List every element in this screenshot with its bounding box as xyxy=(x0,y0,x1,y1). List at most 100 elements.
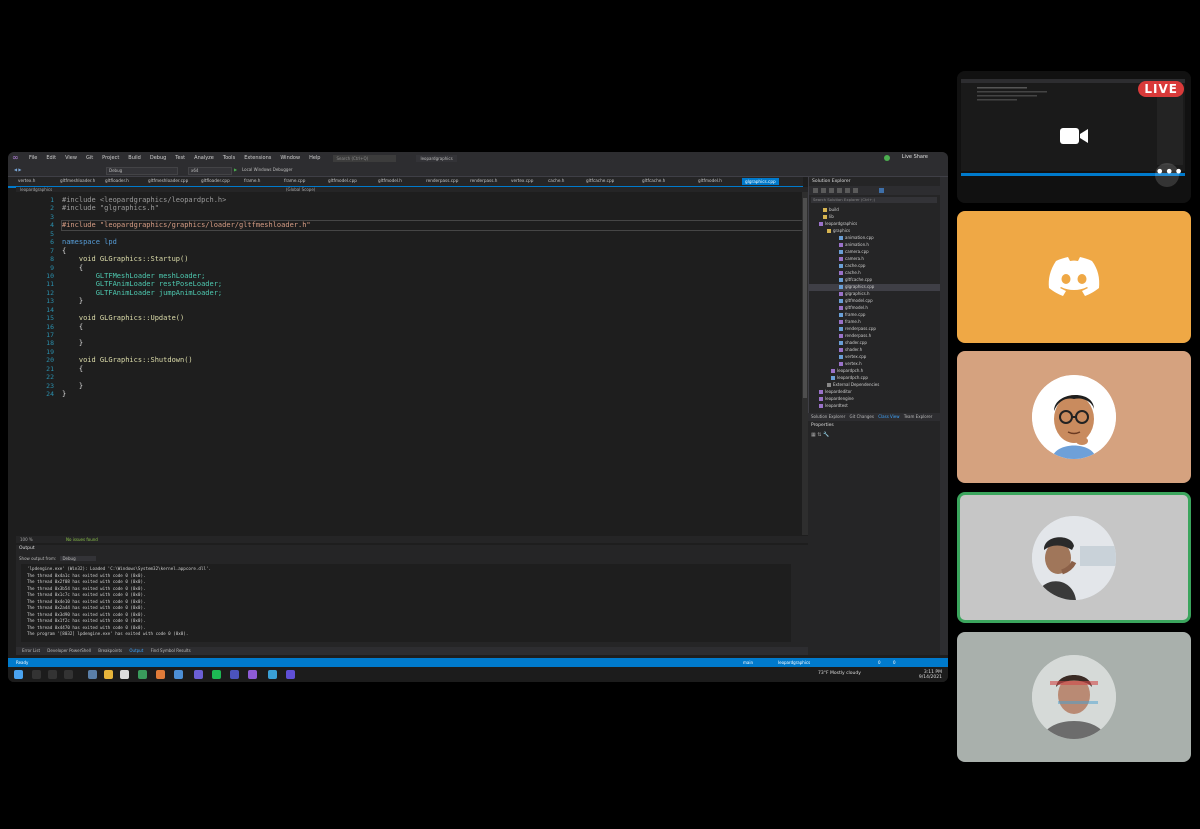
tree-item[interactable]: renderpass.cpp xyxy=(839,326,876,333)
menu-view[interactable]: View xyxy=(65,155,77,161)
menu-file[interactable]: File xyxy=(29,155,37,161)
alphabetical-icon[interactable]: ⇅ xyxy=(817,432,821,438)
settings-icon[interactable] xyxy=(879,188,884,193)
menu-analyze[interactable]: Analyze xyxy=(194,155,214,161)
menu-edit[interactable]: Edit xyxy=(46,155,56,161)
tab-find-symbol-results[interactable]: Find Symbol Results xyxy=(151,648,191,653)
menu-build[interactable]: Build xyxy=(128,155,141,161)
discord-icon[interactable] xyxy=(194,670,203,679)
categorized-icon[interactable]: ▦ xyxy=(811,432,816,438)
tree-item[interactable]: renderpass.h xyxy=(839,333,871,340)
tree-item[interactable]: graphics xyxy=(827,228,850,235)
menu-extensions[interactable]: Extensions xyxy=(244,155,271,161)
tree-item[interactable]: leopardeditor xyxy=(819,389,852,396)
git-branch[interactable]: main xyxy=(743,659,753,666)
tab-gltfcache-h[interactable]: gltfcache.h xyxy=(642,178,665,183)
tree-item[interactable]: glgraphics.h xyxy=(839,291,870,298)
menu-debug[interactable]: Debug xyxy=(150,155,166,161)
tree-item[interactable]: shader.cpp xyxy=(839,340,867,347)
tree-item[interactable]: frame.cpp xyxy=(839,312,865,319)
tree-item[interactable]: lib xyxy=(823,214,834,221)
account-status-icon[interactable] xyxy=(884,155,890,161)
tab-error-list[interactable]: Error List xyxy=(22,648,40,653)
tab-gltfcache-cpp[interactable]: gltfcache.cpp xyxy=(586,178,614,183)
search-icon[interactable] xyxy=(32,670,41,679)
participant-tile-1[interactable] xyxy=(957,351,1191,483)
menu-tools[interactable]: Tools xyxy=(223,155,235,161)
tree-item[interactable]: camera.cpp xyxy=(839,249,869,256)
home-icon[interactable] xyxy=(829,188,834,193)
run-icon[interactable]: ▶ xyxy=(234,167,237,173)
output-source-select[interactable]: Show output from: Debug xyxy=(19,556,96,562)
tree-item[interactable]: animation.h xyxy=(839,242,869,249)
warning-count[interactable]: 0 xyxy=(893,659,896,666)
menu-git[interactable]: Git xyxy=(86,155,93,161)
tree-item[interactable]: shader.h xyxy=(839,347,862,354)
tab-team-explorer[interactable]: Team Explorer xyxy=(904,414,933,419)
screen-share-tile[interactable]: LIVE ••• xyxy=(957,71,1191,203)
tab-gltfmodel-h[interactable]: gltfmodel.h xyxy=(378,178,402,183)
tab-vertex-cpp[interactable]: vertex.cpp xyxy=(511,178,533,183)
tab-vertex-h[interactable]: vertex.h xyxy=(18,178,35,183)
scrollbar-thumb[interactable] xyxy=(803,198,807,398)
error-count[interactable]: 0 xyxy=(878,659,881,666)
tree-item[interactable]: frame.h xyxy=(839,319,861,326)
wrench-icon[interactable]: 🔧 xyxy=(823,432,829,438)
start-icon[interactable] xyxy=(14,670,23,679)
obs-icon[interactable] xyxy=(286,670,295,679)
tree-item[interactable]: leopardengine xyxy=(819,396,854,403)
spotify-icon[interactable] xyxy=(212,670,221,679)
tab-gltfmeshloader-cpp[interactable]: gltfmeshloader.cpp xyxy=(148,178,188,183)
forward-icon[interactable] xyxy=(821,188,826,193)
clock[interactable]: 3:11 PM 9/14/2021 xyxy=(919,670,942,680)
config-select[interactable]: Debug xyxy=(106,167,178,175)
tree-item[interactable]: leopardpch.h xyxy=(831,368,863,375)
tree-item[interactable]: gltfcache.cpp xyxy=(839,277,872,284)
code-lines[interactable]: #include <leopardgraphics/leopardpch.h> … xyxy=(61,196,803,399)
output-source-value[interactable]: Debug xyxy=(60,556,96,561)
tab-renderpass-h[interactable]: renderpass.h xyxy=(470,178,497,183)
tab-frame-h[interactable]: frame.h xyxy=(244,178,260,183)
run-target-button[interactable]: Local Windows Debugger xyxy=(242,167,293,173)
tab-frame-cpp[interactable]: frame.cpp xyxy=(284,178,305,183)
git-repo[interactable]: leopardgraphics xyxy=(778,659,810,666)
tree-item[interactable]: cache.h xyxy=(839,270,861,277)
app-icon[interactable] xyxy=(156,670,165,679)
tab-gltfmodel-h-2[interactable]: gltfmodel.h xyxy=(698,178,722,183)
platform-select[interactable]: x64 xyxy=(188,167,232,175)
search-input[interactable]: Search (Ctrl+Q) xyxy=(333,154,397,162)
mail-icon[interactable] xyxy=(88,670,97,679)
tree-item[interactable]: cache.cpp xyxy=(839,263,865,270)
more-options-button[interactable]: ••• xyxy=(1155,163,1183,187)
tab-gltfloader-h[interactable]: gltfloader.h xyxy=(105,178,129,183)
visual-studio-icon[interactable] xyxy=(248,670,257,679)
tree-item[interactable]: animation.cpp xyxy=(839,235,874,242)
refresh-icon[interactable] xyxy=(845,188,850,193)
tree-item[interactable]: gltfmodel.cpp xyxy=(839,298,873,305)
menu-help[interactable]: Help xyxy=(309,155,320,161)
back-icon[interactable]: ◀ ▶ xyxy=(14,167,21,173)
sync-icon[interactable] xyxy=(837,188,842,193)
store-icon[interactable] xyxy=(120,670,129,679)
tree-item[interactable]: vertex.cpp xyxy=(839,354,866,361)
tree-item[interactable]: leopardgraphics xyxy=(819,221,857,228)
tree-item[interactable]: leopardtest xyxy=(819,403,848,410)
file-explorer-icon[interactable] xyxy=(104,670,113,679)
back-icon[interactable] xyxy=(813,188,818,193)
tab-gltfloader-cpp[interactable]: gltfloader.cpp xyxy=(201,178,230,183)
participant-tile-3[interactable] xyxy=(957,632,1191,762)
teams-icon[interactable] xyxy=(230,670,239,679)
zoom-level[interactable]: 100 % xyxy=(20,537,33,542)
participant-tile-discord[interactable] xyxy=(957,211,1191,343)
tab-gltfmeshloader-h[interactable]: gltfmeshloader.h xyxy=(60,178,95,183)
tab-class-view[interactable]: Class View xyxy=(878,414,899,419)
edge-icon[interactable] xyxy=(174,670,183,679)
task-view-icon[interactable] xyxy=(64,670,73,679)
tab-breakpoints[interactable]: Breakpoints xyxy=(98,648,122,653)
code-editor[interactable]: 1 2 3 4 5 6 7 8 9 10 11 12 13 14 15 16 1… xyxy=(16,192,808,535)
tab-glgraphics-cpp[interactable]: glgraphics.cpp xyxy=(742,178,779,185)
menu-window[interactable]: Window xyxy=(280,155,300,161)
tab-git-changes[interactable]: Git Changes xyxy=(850,414,874,419)
menu-test[interactable]: Test xyxy=(175,155,185,161)
solution-search-input[interactable]: Search Solution Explorer (Ctrl+;) xyxy=(811,197,937,203)
